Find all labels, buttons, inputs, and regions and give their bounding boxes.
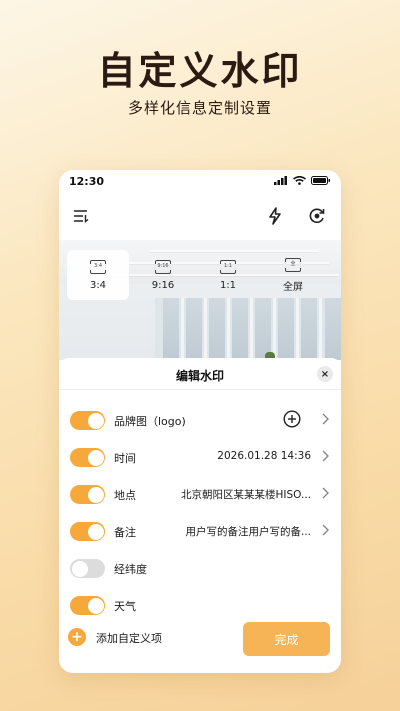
ratio-option-9-16[interactable]: 9:16 9:16 <box>132 250 194 300</box>
row-value: 2026.01.28 14:36 <box>217 450 311 462</box>
promo-title: 自定义水印 <box>97 49 303 93</box>
ratio-3-4-icon: 3:4 <box>89 259 107 274</box>
phone-screen: 12:30 3:4 3:4 9:16 9:16 1:1 1:1 全 全屏 编辑水… <box>59 170 341 673</box>
signal-icon <box>274 176 287 185</box>
row-label: 地点 <box>114 489 136 502</box>
ratio-9-16-icon: 9:16 <box>154 259 172 274</box>
menu-list-icon[interactable] <box>69 204 93 228</box>
watermark-row-weather[interactable]: 天气 <box>59 587 341 623</box>
aspect-ratio-selector: 3:4 3:4 9:16 9:16 1:1 1:1 全 全屏 <box>67 250 333 300</box>
chevron-right-icon[interactable] <box>320 523 330 537</box>
camera-preview: 3:4 3:4 9:16 9:16 1:1 1:1 全 全屏 <box>59 240 341 360</box>
ratio-fullscreen-icon: 全 <box>284 257 302 272</box>
done-button[interactable]: 完成 <box>243 622 330 656</box>
wifi-icon <box>293 176 306 185</box>
status-icons <box>274 176 331 185</box>
camera-switch-icon[interactable] <box>305 204 329 228</box>
ratio-option-fullscreen[interactable]: 全 全屏 <box>262 250 324 300</box>
ratio-option-3-4[interactable]: 3:4 3:4 <box>67 250 129 300</box>
row-label: 经纬度 <box>114 563 147 576</box>
sheet-header: 编辑水印 × <box>59 358 341 390</box>
watermark-row-note[interactable]: 备注 用户写的备注用户写的备... <box>59 513 341 549</box>
row-label: 天气 <box>114 600 136 613</box>
ratio-label: 9:16 <box>151 279 175 291</box>
watermark-row-coordinates[interactable]: 经纬度 <box>59 550 341 586</box>
ratio-label: 1:1 <box>219 279 237 291</box>
ratio-option-1-1[interactable]: 1:1 1:1 <box>197 250 259 300</box>
add-circle-icon[interactable] <box>283 410 301 428</box>
chevron-right-icon[interactable] <box>320 449 330 463</box>
row-label: 时间 <box>114 452 136 465</box>
preview-windows <box>155 298 341 360</box>
ratio-label: 3:4 <box>89 279 107 291</box>
close-icon[interactable]: × <box>317 366 333 382</box>
toggle-switch[interactable] <box>70 448 105 467</box>
toggle-switch[interactable] <box>70 559 105 578</box>
camera-toolbar <box>59 198 341 238</box>
watermark-row-location[interactable]: 地点 北京朝阳区某某某楼HISO... <box>59 476 341 512</box>
toggle-switch[interactable] <box>70 411 105 430</box>
row-value: 用户写的备注用户写的备... <box>185 526 311 538</box>
watermark-row-logo[interactable]: 品牌图（logo) <box>59 402 341 438</box>
sheet-title: 编辑水印 <box>175 369 224 383</box>
row-label: 备注 <box>114 526 136 539</box>
add-custom-item-link[interactable]: 添加自定义项 <box>96 630 162 646</box>
promo-subtitle: 多样化信息定制设置 <box>127 99 272 117</box>
watermark-row-time[interactable]: 时间 2026.01.28 14:36 <box>59 439 341 475</box>
ratio-label: 全屏 <box>283 281 303 293</box>
row-label: 品牌图（logo) <box>114 415 186 428</box>
toggle-switch[interactable] <box>70 485 105 504</box>
battery-icon <box>311 176 330 185</box>
flash-icon[interactable] <box>263 204 287 228</box>
chevron-right-icon[interactable] <box>320 486 330 500</box>
add-custom-icon[interactable]: + <box>68 628 86 646</box>
toggle-switch[interactable] <box>70 522 105 541</box>
row-value: 北京朝阳区某某某楼HISO... <box>180 489 311 501</box>
status-time: 12:30 <box>69 175 105 188</box>
status-bar: 12:30 <box>59 170 341 194</box>
ratio-1-1-icon: 1:1 <box>219 259 237 274</box>
sheet-footer: + 添加自定义项 完成 <box>59 622 341 662</box>
toggle-switch[interactable] <box>70 596 105 615</box>
chevron-right-icon[interactable] <box>320 412 330 426</box>
